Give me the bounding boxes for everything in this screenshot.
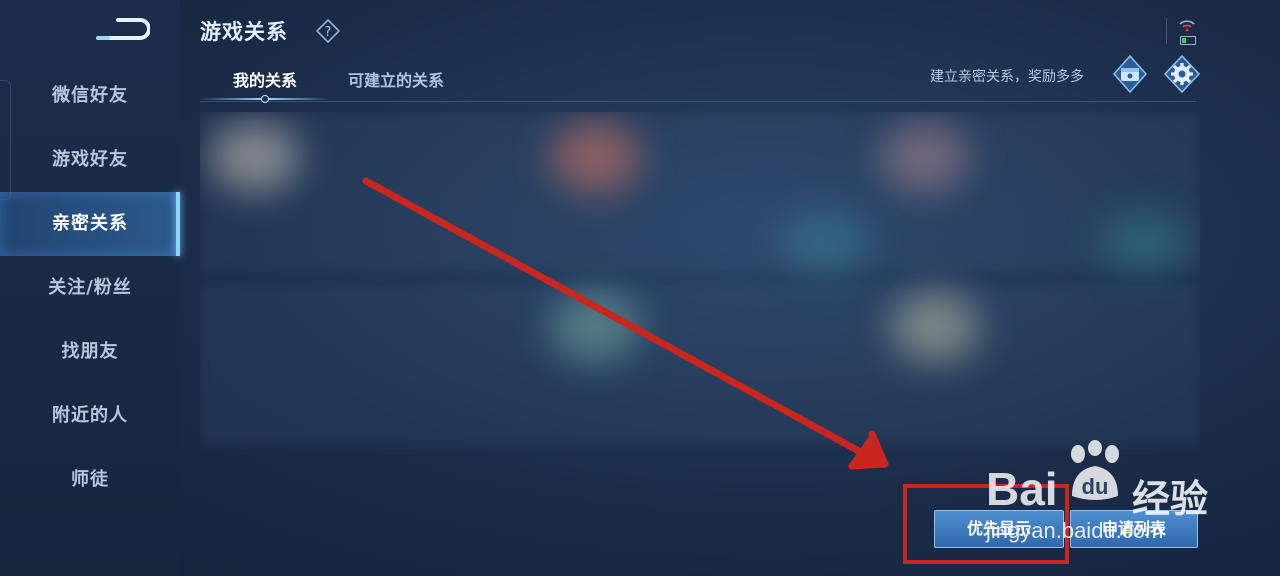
back-icon[interactable] bbox=[96, 16, 150, 44]
priority-display-button[interactable]: 优先显示 bbox=[934, 510, 1064, 548]
avatar-blurred bbox=[890, 292, 980, 362]
promo-text: 建立亲密关系，奖励多多 bbox=[930, 69, 1084, 85]
page-title: 游戏关系 bbox=[200, 20, 288, 44]
sidebar-item-mentorship[interactable]: 师徒 bbox=[0, 448, 180, 512]
relation-row-blurred bbox=[200, 112, 1200, 272]
relations-list-blurred bbox=[200, 112, 1200, 576]
relation-row-blurred bbox=[200, 284, 1200, 444]
sidebar-item-find-friends[interactable]: 找朋友 bbox=[0, 320, 180, 384]
sidebar: 微信好友 游戏好友 亲密关系 关注/粉丝 找朋友 附近的人 师徒 bbox=[0, 0, 180, 576]
chest-icon[interactable] bbox=[1112, 54, 1148, 94]
tab-available-relations[interactable]: 可建立的关系 bbox=[348, 62, 444, 100]
wifi-icon bbox=[1179, 20, 1195, 32]
header-divider bbox=[200, 101, 1196, 102]
gear-icon[interactable] bbox=[1163, 54, 1201, 94]
battery-level-fill bbox=[1182, 38, 1186, 43]
sidebar-item-wechat-friends[interactable]: 微信好友 bbox=[0, 64, 180, 128]
avatar-blurred bbox=[880, 122, 970, 192]
svg-text:?: ? bbox=[325, 25, 332, 40]
sidebar-item-nearby-people[interactable]: 附近的人 bbox=[0, 384, 180, 448]
avatar-blurred bbox=[210, 122, 300, 192]
apply-list-button[interactable]: 申请列表 bbox=[1070, 510, 1198, 548]
avatar-blurred bbox=[550, 122, 640, 192]
battery-icon bbox=[1180, 36, 1196, 45]
decoration-blurred bbox=[1100, 212, 1190, 272]
sidebar-item-game-friends[interactable]: 游戏好友 bbox=[0, 128, 180, 192]
status-divider bbox=[1166, 18, 1167, 44]
decoration-blurred bbox=[780, 212, 870, 272]
avatar-blurred bbox=[550, 292, 640, 362]
sidebar-item-intimate-relations[interactable]: 亲密关系 bbox=[0, 192, 180, 256]
help-icon[interactable]: ? bbox=[316, 19, 340, 43]
sidebar-item-follow-fans[interactable]: 关注/粉丝 bbox=[0, 256, 180, 320]
